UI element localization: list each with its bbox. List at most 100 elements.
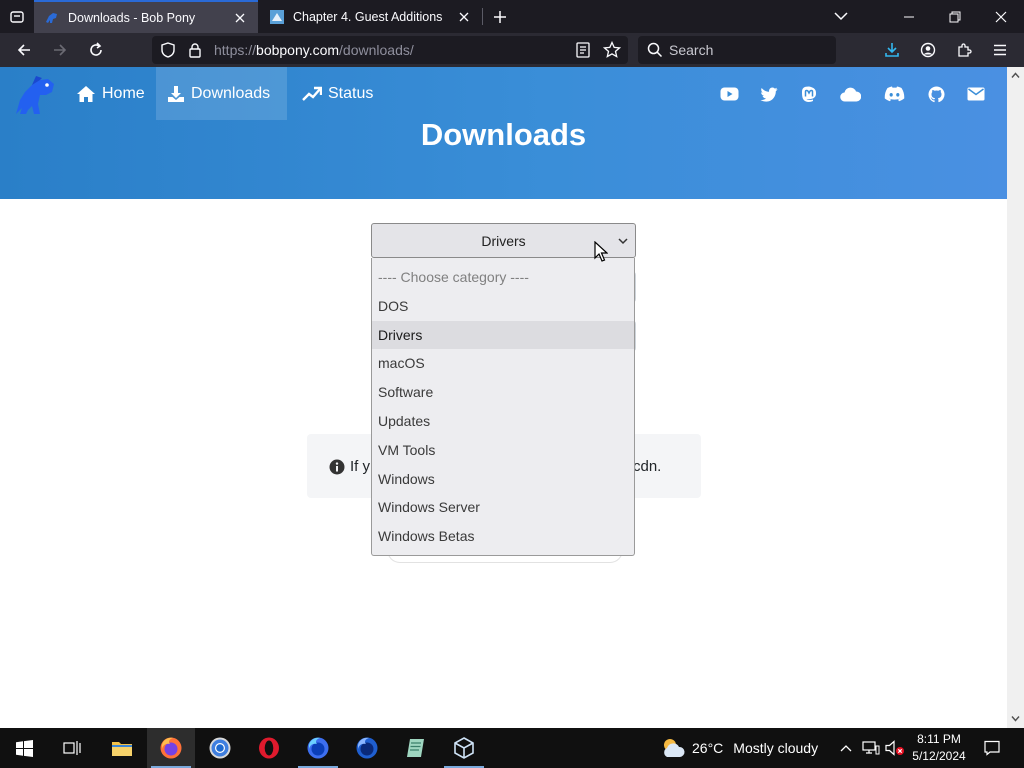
tab-chapter-4-guest-additions[interactable]: Chapter 4. Guest Additions: [259, 0, 482, 33]
mastodon-link[interactable]: [799, 84, 819, 104]
address-bar[interactable]: https://bobpony.com/downloads/: [152, 36, 628, 64]
shield-icon[interactable]: [160, 42, 176, 58]
search-icon: [647, 42, 663, 58]
youtube-icon: [720, 87, 738, 101]
github-link[interactable]: [926, 84, 946, 104]
chrome-taskbar-button[interactable]: [196, 728, 244, 768]
forward-button[interactable]: [47, 37, 73, 63]
web-page: Home Downloads Status Downloads If y cdn…: [0, 67, 1007, 728]
page-title: Downloads: [420, 117, 587, 152]
weather-condition: Mostly cloudy: [733, 740, 819, 756]
minimize-icon: [904, 16, 914, 17]
nav-status-link[interactable]: Status: [291, 67, 384, 120]
tab-list-button[interactable]: [4, 4, 30, 30]
cloud-link[interactable]: [839, 84, 861, 104]
category-dropdown-list: ---- Choose category ---- DOS Drivers ma…: [371, 258, 635, 556]
chevron-up-icon: [840, 745, 852, 752]
site-header: Home Downloads Status Downloads: [0, 67, 1007, 199]
cloud-icon: [839, 87, 861, 102]
clock-date: 5/12/2024: [912, 749, 966, 763]
new-tab-button[interactable]: [488, 5, 512, 29]
category-option-windows-server[interactable]: Windows Server: [372, 493, 634, 522]
chevron-down-icon: [834, 12, 848, 21]
tab-title: Chapter 4. Guest Additions: [293, 9, 443, 24]
nav-home-link[interactable]: Home: [65, 67, 156, 120]
taskbar-clock[interactable]: 8:11 PM 5/12/2024: [906, 731, 972, 765]
restore-icon: [949, 11, 961, 22]
category-option-macos[interactable]: macOS: [372, 349, 634, 378]
firefox-dev-taskbar-button[interactable]: [294, 728, 342, 768]
reload-icon: [90, 42, 102, 56]
start-button[interactable]: [0, 728, 48, 768]
list-all-tabs-button[interactable]: [830, 5, 852, 27]
category-option-software[interactable]: Software: [372, 378, 634, 407]
show-hidden-icons-button[interactable]: [836, 728, 856, 768]
windows-logo-icon: [15, 739, 33, 757]
search-input[interactable]: Search: [669, 42, 713, 58]
network-icon: [862, 741, 880, 755]
bob-pony-logo-icon[interactable]: [10, 70, 60, 120]
task-view-icon: [63, 741, 81, 755]
file-explorer-button[interactable]: [98, 728, 146, 768]
scroll-up-icon[interactable]: [1010, 70, 1021, 81]
tab-close-button[interactable]: [232, 10, 248, 26]
info-alert-text-end: cdn.: [633, 458, 662, 475]
scroll-down-icon[interactable]: [1010, 713, 1021, 724]
nav-home-label: Home: [102, 84, 145, 102]
app-menu-button[interactable]: [987, 37, 1013, 63]
minimize-button[interactable]: [886, 0, 932, 33]
category-option-dos[interactable]: DOS: [372, 292, 634, 321]
opera-taskbar-button[interactable]: [245, 728, 293, 768]
firefox-nightly-taskbar-button[interactable]: [343, 728, 391, 768]
url-text: https://bobpony.com/downloads/: [214, 42, 414, 58]
lock-icon[interactable]: [188, 42, 202, 58]
back-button[interactable]: [11, 37, 37, 63]
mouse-cursor-icon: [594, 241, 608, 262]
category-option-placeholder[interactable]: ---- Choose category ----: [372, 263, 634, 292]
page-scrollbar[interactable]: [1007, 67, 1024, 728]
virtualbox-taskbar-button[interactable]: [440, 728, 488, 768]
discord-link[interactable]: [883, 84, 905, 104]
task-view-button[interactable]: [48, 728, 96, 768]
download-icon: [168, 85, 184, 102]
category-option-windows-betas[interactable]: Windows Betas: [372, 522, 634, 551]
trending-up-icon: [302, 86, 322, 101]
tab-strip: Downloads - Bob Pony Chapter 4. Guest Ad…: [0, 0, 1024, 33]
weather-widget[interactable]: 26°C Mostly cloudy: [660, 728, 818, 768]
home-icon: [77, 85, 95, 102]
restore-button[interactable]: [932, 0, 978, 33]
email-link[interactable]: [966, 84, 986, 104]
volume-tray-icon[interactable]: [884, 728, 906, 768]
tab-close-button[interactable]: [456, 9, 472, 25]
firefox-taskbar-button[interactable]: [147, 728, 195, 768]
weather-temperature: 26°C: [692, 740, 724, 756]
info-circle-icon: [329, 459, 345, 475]
youtube-link[interactable]: [719, 84, 739, 104]
reload-button[interactable]: [83, 37, 109, 63]
twitter-link[interactable]: [759, 84, 779, 104]
nav-downloads-label: Downloads: [191, 84, 271, 102]
folder-icon: [112, 742, 132, 756]
account-button[interactable]: [915, 37, 941, 63]
category-option-windows[interactable]: Windows: [372, 465, 634, 494]
notepad-plus-plus-taskbar-button[interactable]: [392, 728, 440, 768]
tab-list-icon: [10, 11, 24, 23]
close-icon: [995, 11, 1007, 22]
opera-icon: [259, 737, 279, 759]
search-bar[interactable]: Search: [638, 36, 836, 64]
puzzle-icon: [958, 43, 972, 57]
bookmark-star-icon[interactable]: [603, 41, 621, 59]
notifications-button[interactable]: [978, 728, 1006, 768]
extensions-button[interactable]: [951, 37, 977, 63]
downloads-button[interactable]: [879, 37, 905, 63]
category-option-vm-tools[interactable]: VM Tools: [372, 436, 634, 465]
nav-downloads-link[interactable]: Downloads: [156, 67, 287, 120]
category-option-updates[interactable]: Updates: [372, 407, 634, 436]
category-option-drivers[interactable]: Drivers: [372, 320, 634, 350]
close-window-button[interactable]: [978, 0, 1024, 33]
reader-view-icon[interactable]: [576, 42, 590, 58]
tab-downloads-bob-pony[interactable]: Downloads - Bob Pony: [34, 0, 258, 33]
virtualbox-icon: [454, 737, 474, 759]
network-tray-icon[interactable]: [860, 728, 882, 768]
discord-icon: [884, 86, 904, 102]
